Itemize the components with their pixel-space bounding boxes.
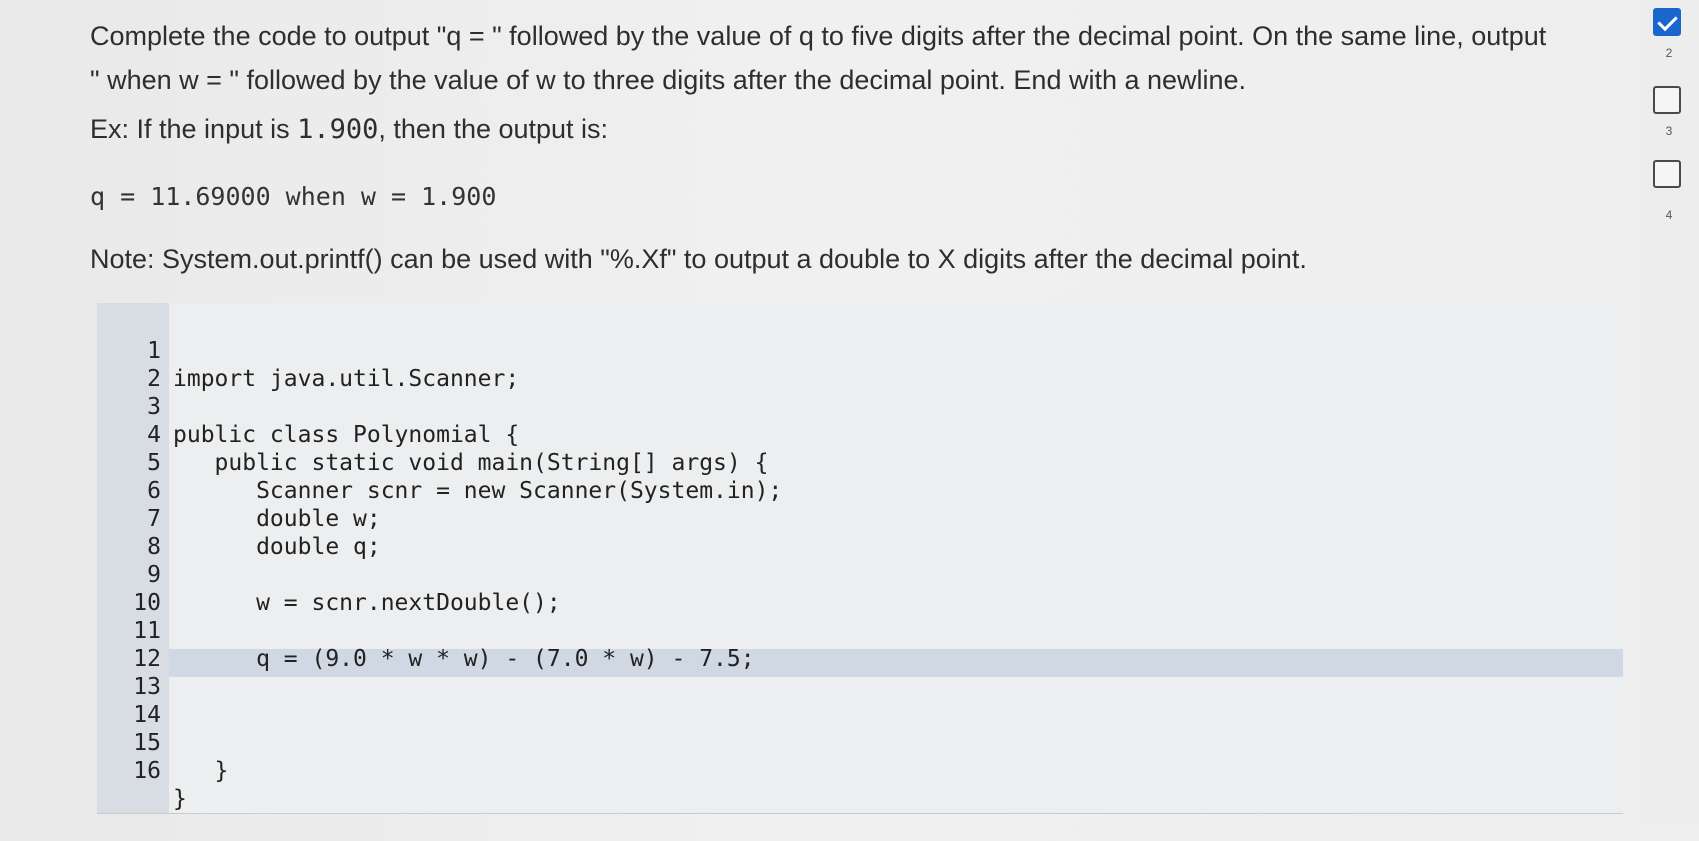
code-line[interactable]: 13	[97, 645, 1623, 700]
code-line[interactable]: 3 public class Polynomial {	[97, 365, 1623, 448]
code-line[interactable]: 8	[97, 505, 1623, 560]
code-line[interactable]: 11 q = (9.0 * w * w) - (7.0 * w) - 7.5;	[97, 589, 1623, 672]
level-progress: 2 3 4	[1639, 0, 1699, 823]
code-line[interactable]: 1 import java.util.Scanner;	[97, 309, 1623, 392]
level-label: 2	[1665, 46, 1673, 60]
code-line[interactable]: 2	[97, 337, 1623, 392]
code-line[interactable]: 12	[97, 617, 1623, 672]
level-label: 3	[1665, 124, 1673, 138]
example-intro: Ex: If the input is 1.900, then the outp…	[90, 114, 608, 145]
instruction-line-2: " when w = " followed by the value of w …	[90, 65, 1247, 95]
sample-output: q = 11.69000 when w = 1.900	[90, 182, 497, 211]
note-text: Note: System.out.printf() can be used wi…	[90, 244, 1307, 274]
line-number: 16	[133, 758, 161, 784]
code-editor[interactable]: 1 import java.util.Scanner; 2 3 public c…	[97, 303, 1623, 814]
code-text[interactable]: }	[173, 757, 229, 785]
code-line[interactable]: 14	[97, 673, 1623, 728]
level-1-checkbox-icon[interactable]	[1653, 8, 1681, 36]
instructions: Complete the code to output "q = " follo…	[90, 14, 1590, 102]
instruction-line-1: Complete the code to output "q = " follo…	[90, 21, 1547, 51]
code-line[interactable]: 15 }	[97, 701, 1623, 784]
level-2-checkbox-icon[interactable]	[1653, 86, 1681, 114]
level-label: 4	[1665, 208, 1673, 222]
code-line[interactable]: 7 double q;	[97, 477, 1623, 560]
code-text[interactable]: }	[173, 785, 187, 813]
code-line[interactable]: 10	[97, 561, 1623, 616]
code-line[interactable]: 5 Scanner scnr = new Scanner(System.in);	[97, 421, 1623, 504]
example-input: 1.900	[297, 114, 379, 145]
example-suffix: , then the output is:	[378, 114, 609, 144]
level-3-checkbox-icon[interactable]	[1653, 160, 1681, 188]
code-line[interactable]: 16 }	[97, 729, 1623, 812]
code-line[interactable]: 9 w = scnr.nextDouble();	[97, 533, 1623, 616]
example-prefix: Ex: If the input is	[90, 114, 298, 144]
code-line[interactable]: 4 public static void main(String[] args)…	[97, 393, 1623, 476]
code-line[interactable]: 6 double w;	[97, 449, 1623, 532]
